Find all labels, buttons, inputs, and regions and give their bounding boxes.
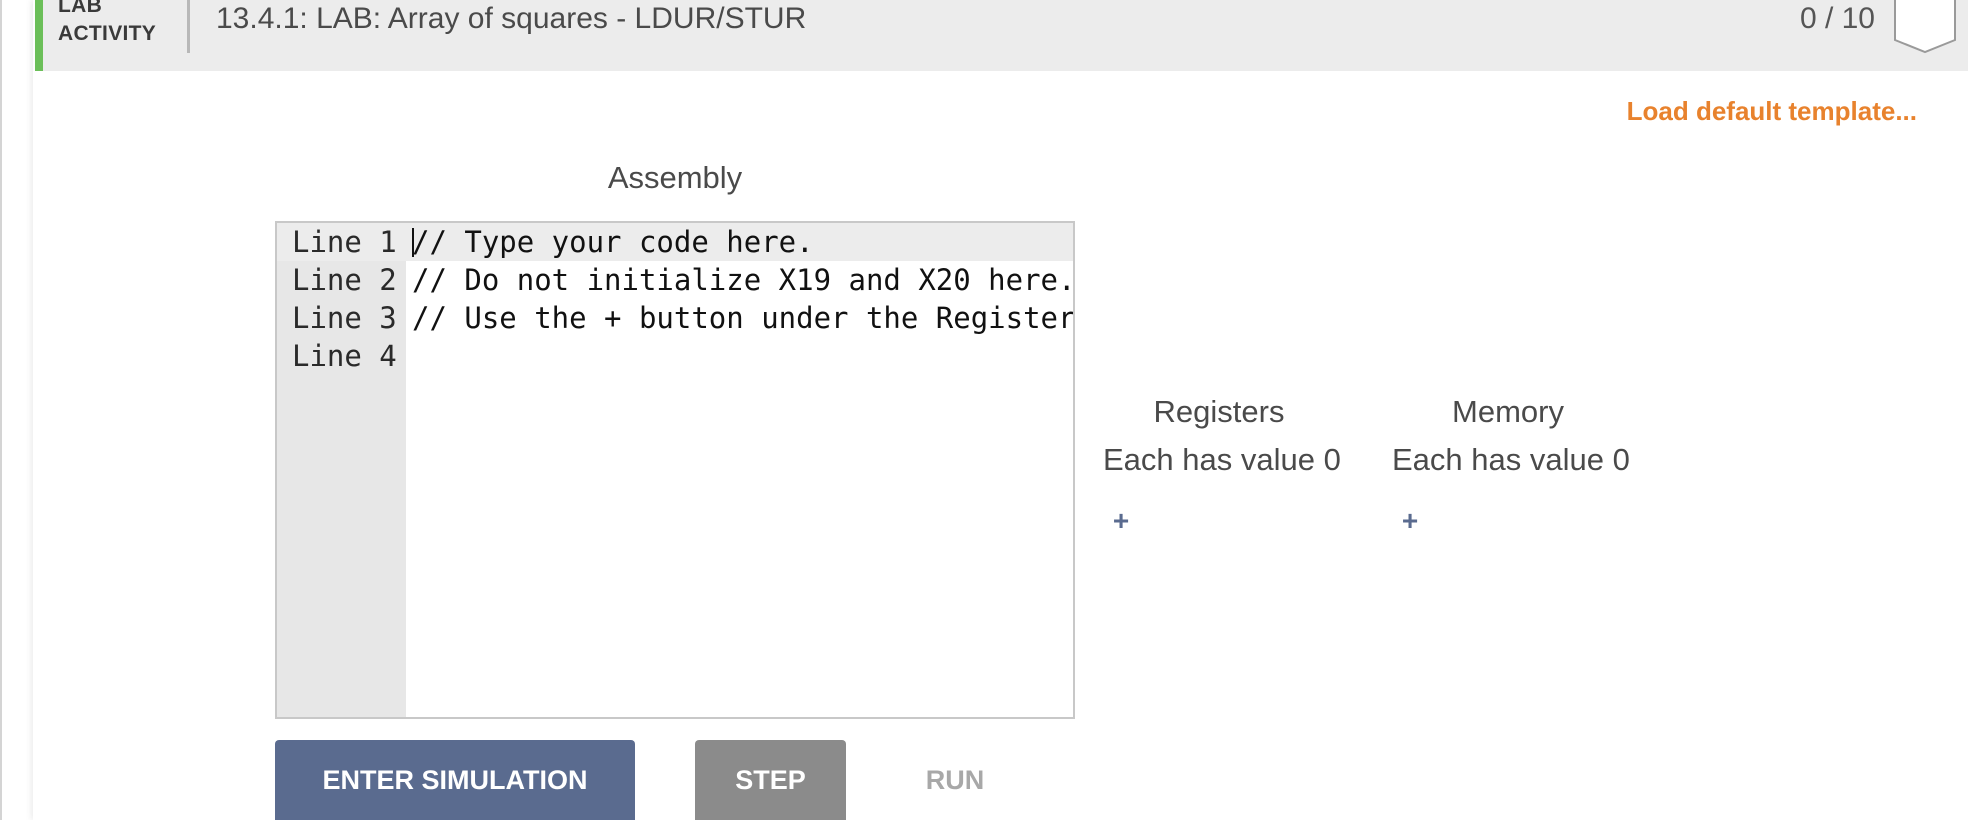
code-line[interactable]: Line 1 // Type your code here. (277, 223, 1073, 261)
registers-heading: Registers (1153, 394, 1285, 429)
activity-title: 13.4.1: LAB: Array of squares - LDUR/STU… (216, 2, 807, 35)
memory-heading: Memory (1452, 394, 1564, 429)
activity-type-label: LAB ACTIVITY (58, 0, 188, 48)
load-default-template-link[interactable]: Load default template... (1627, 96, 1917, 127)
activity-type-line2: ACTIVITY (58, 22, 157, 45)
assembly-heading: Assembly (607, 160, 743, 195)
line-number: Line 1 (292, 225, 397, 259)
text-cursor (412, 228, 414, 257)
add-register-button[interactable]: + (1106, 504, 1136, 538)
memory-default-value: Each has value 0 (1392, 442, 1630, 477)
left-border (0, 0, 2, 820)
lab-activity-page: LAB ACTIVITY 13.4.1: LAB: Array of squar… (0, 0, 1968, 820)
step-button[interactable]: STEP (695, 740, 846, 820)
line-number: Line 3 (292, 301, 397, 335)
line-code[interactable]: // Do not initialize X19 and X20 here. (412, 261, 1073, 299)
code-line[interactable]: Line 2 // Do not initialize X19 and X20 … (277, 261, 1073, 299)
line-code[interactable]: // Use the + button under the Register c (412, 299, 1073, 337)
activity-score: 0 / 10 (1799, 2, 1875, 35)
header-divider (187, 0, 190, 53)
code-line[interactable]: Line 4 (277, 337, 1073, 375)
line-number: Line 4 (292, 339, 397, 373)
line-number: Line 2 (292, 263, 397, 297)
run-button[interactable]: RUN (895, 740, 1015, 820)
registers-default-value: Each has value 0 (1103, 442, 1341, 477)
bookmark-icon[interactable] (1893, 0, 1957, 54)
add-memory-button[interactable]: + (1395, 504, 1425, 538)
activity-type-line1: LAB (58, 0, 103, 17)
code-editor[interactable]: Line 1 // Type your code here. Line 2 //… (275, 221, 1075, 719)
code-line[interactable]: Line 3 // Use the + button under the Reg… (277, 299, 1073, 337)
line-code[interactable]: // Type your code here. (412, 223, 814, 261)
enter-simulation-button[interactable]: ENTER SIMULATION (275, 740, 635, 820)
